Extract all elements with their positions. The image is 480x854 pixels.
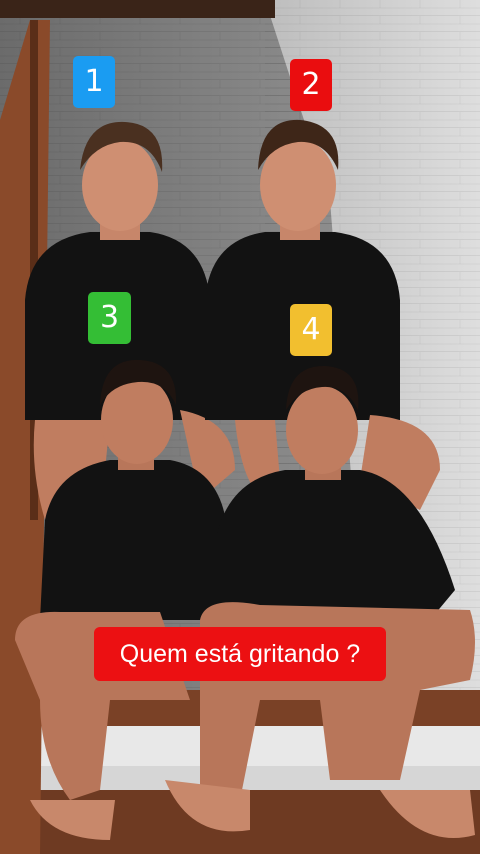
photo-background bbox=[0, 0, 480, 854]
caption-banner: Quem está gritando ? bbox=[94, 627, 386, 681]
badge-number-3: 3 bbox=[88, 292, 131, 344]
badge-number-1: 1 bbox=[73, 56, 115, 108]
badge-number-4: 4 bbox=[290, 304, 332, 356]
badge-number-2: 2 bbox=[290, 59, 332, 111]
